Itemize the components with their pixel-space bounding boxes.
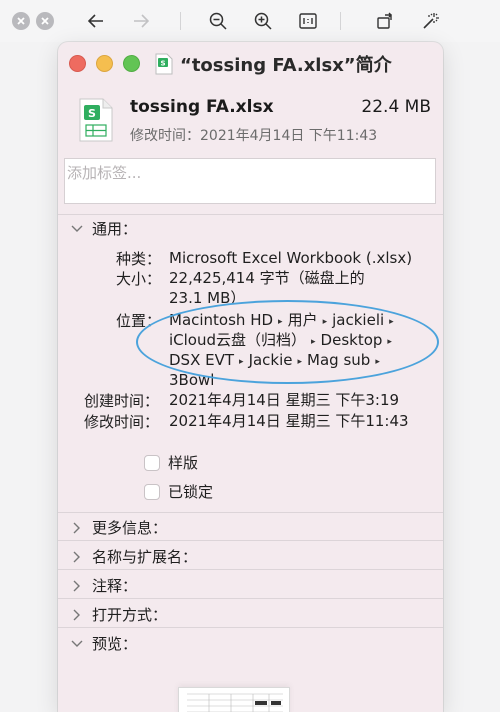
- close-window-button[interactable]: [69, 55, 86, 72]
- modified-value: 2021年4月14日 星期三 下午11:43: [169, 412, 409, 430]
- path-arrow-icon: ▸: [389, 317, 394, 327]
- comments-label: 注释：: [92, 577, 138, 595]
- zoom-out-icon[interactable]: [205, 8, 231, 34]
- where-line-3: DSX EVT ▸ Jackie ▸ Mag sub ▸: [169, 350, 385, 372]
- kind-value: Microsoft Excel Workbook (.xlsx): [169, 249, 413, 267]
- toolbar-separator: [180, 12, 181, 30]
- path-arrow-icon: ▸: [375, 357, 380, 367]
- svg-text:S: S: [160, 60, 165, 68]
- chevron-right-icon: [70, 521, 84, 535]
- created-label: 创建时间：: [84, 392, 160, 410]
- path-arrow-icon: ▸: [311, 337, 316, 347]
- chevron-right-icon: [70, 608, 84, 622]
- modified-label: 修改时间：: [84, 413, 160, 431]
- window-title: “tossing FA.xlsx”简介: [180, 55, 392, 76]
- created-value: 2021年4月14日 星期三 下午3:19: [169, 391, 400, 409]
- file-name: tossing FA.xlsx: [130, 97, 274, 117]
- file-modified-summary: 修改时间：2021年4月14日 下午11:43: [130, 128, 378, 144]
- name-extension-label: 名称与扩展名：: [92, 548, 198, 566]
- divider: [58, 512, 443, 513]
- minimize-circle-icon[interactable]: [36, 12, 54, 30]
- minimize-window-button[interactable]: [96, 55, 113, 72]
- viewer-toolbar: [0, 0, 500, 42]
- back-arrow-icon[interactable]: [83, 8, 109, 34]
- divider: [58, 214, 443, 215]
- tags-input[interactable]: [65, 160, 435, 186]
- more-info-section-header[interactable]: 更多信息：: [70, 517, 167, 538]
- locked-checkbox[interactable]: [144, 483, 160, 500]
- path-segment: jackieli: [332, 311, 385, 329]
- divider: [58, 598, 443, 599]
- close-circle-icon[interactable]: [12, 12, 30, 30]
- file-summary: S tossing FA.xlsx 22.4 MB 修改时间：2021年4月14…: [58, 92, 443, 148]
- stationery-checkbox-row[interactable]: 样版: [144, 452, 198, 473]
- size-value-line2: 23.1 MB）: [169, 289, 246, 307]
- general-section-label: 通用：: [92, 220, 138, 238]
- where-label: 位置：: [116, 312, 162, 330]
- get-info-window: S “tossing FA.xlsx”简介 S tossing FA.xlsx …: [58, 42, 443, 712]
- where-line-2: iCloud云盘（归档） ▸ Desktop ▸: [169, 330, 397, 352]
- path-segment: DSX EVT: [169, 351, 235, 369]
- rotate-icon[interactable]: [372, 8, 398, 34]
- size-value-line1: 22,425,414 字节（磁盘上的: [169, 269, 365, 287]
- path-segment: Mag sub: [307, 351, 371, 369]
- path-arrow-icon: ▸: [239, 357, 244, 367]
- comments-section-header[interactable]: 注释：: [70, 575, 137, 596]
- chevron-down-icon: [70, 222, 84, 236]
- window-titlebar: S “tossing FA.xlsx”简介: [58, 42, 443, 84]
- divider: [58, 540, 443, 541]
- toolbar-separator: [340, 12, 341, 30]
- path-arrow-icon: ▸: [387, 337, 392, 347]
- path-segment: Desktop: [320, 331, 383, 349]
- spreadsheet-preview-thumbnail: [178, 687, 290, 712]
- path-segment: Macintosh HD: [169, 311, 274, 329]
- stationery-label: 样版: [168, 454, 199, 472]
- svg-text:S: S: [88, 107, 96, 120]
- file-size: 22.4 MB: [361, 97, 431, 117]
- open-with-label: 打开方式：: [92, 606, 168, 624]
- path-segment: 用户: [287, 311, 318, 329]
- where-line-1: Macintosh HD ▸ 用户 ▸ jackieli ▸: [169, 310, 399, 332]
- spreadsheet-icon: S: [155, 53, 173, 79]
- locked-label: 已锁定: [168, 483, 214, 501]
- kind-label: 种类：: [116, 250, 162, 268]
- open-with-section-header[interactable]: 打开方式：: [70, 604, 167, 625]
- path-segment: Jackie: [248, 351, 293, 369]
- stationery-checkbox[interactable]: [144, 454, 160, 471]
- name-extension-section-header[interactable]: 名称与扩展名：: [70, 546, 197, 567]
- path-arrow-icon: ▸: [278, 317, 283, 327]
- path-segment: iCloud云盘（归档）: [169, 331, 307, 349]
- general-section-header[interactable]: 通用：: [70, 218, 137, 239]
- zoom-in-icon[interactable]: [250, 8, 276, 34]
- locked-checkbox-row[interactable]: 已锁定: [144, 481, 213, 502]
- more-info-label: 更多信息：: [92, 519, 168, 537]
- preview-label: 预览：: [92, 635, 138, 653]
- preview-section-header[interactable]: 预览：: [70, 633, 137, 654]
- chevron-right-icon: [70, 550, 84, 564]
- path-arrow-icon: ▸: [297, 357, 303, 367]
- forward-arrow-icon[interactable]: [128, 8, 154, 34]
- xlsx-file-icon: S: [78, 98, 114, 146]
- chevron-right-icon: [70, 579, 84, 593]
- where-line-4: 3Bowl: [169, 371, 215, 389]
- divider: [58, 627, 443, 628]
- path-arrow-icon: ▸: [322, 317, 328, 327]
- magic-wand-icon[interactable]: [418, 8, 444, 34]
- actual-size-icon[interactable]: [295, 8, 321, 34]
- divider: [58, 569, 443, 570]
- chevron-down-icon: [70, 637, 84, 651]
- tags-field[interactable]: [64, 158, 436, 204]
- size-label: 大小：: [116, 270, 162, 288]
- zoom-window-button[interactable]: [123, 55, 140, 72]
